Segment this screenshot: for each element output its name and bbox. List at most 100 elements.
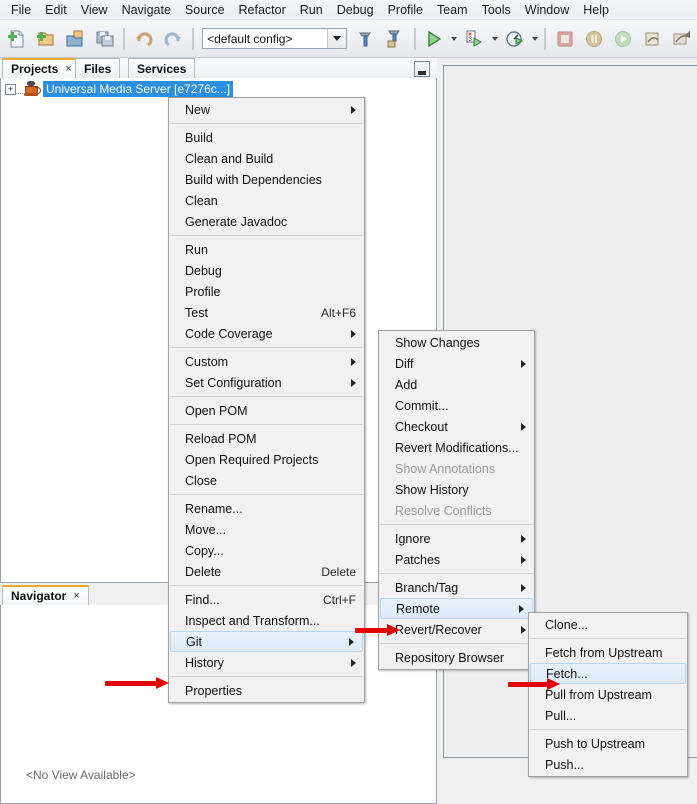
menu-window[interactable]: Window <box>518 1 576 19</box>
project-node-label[interactable]: Universal Media Server [e7276c...] <box>43 81 234 97</box>
step-into-icon[interactable] <box>668 24 697 54</box>
save-all-icon[interactable] <box>90 24 119 54</box>
menu-item-show-annotations: Show Annotations <box>379 458 534 479</box>
run-dropdown-icon[interactable] <box>449 25 460 53</box>
menu-view[interactable]: View <box>74 1 115 19</box>
project-context-menu[interactable]: New Build Clean and Build Build with Depend… <box>168 97 365 703</box>
remote-submenu[interactable]: Clone... Fetch from Upstream Fetch... Pull … <box>528 612 688 777</box>
menu-item-add[interactable]: Add <box>379 374 534 395</box>
pause-icon[interactable] <box>579 24 608 54</box>
menu-item-fetch-from-upstream[interactable]: Fetch from Upstream <box>529 642 687 663</box>
menu-item-find[interactable]: Find... Ctrl+F <box>169 589 364 610</box>
menu-help[interactable]: Help <box>576 1 616 19</box>
menu-item-branch-tag[interactable]: Branch/Tag <box>379 577 534 598</box>
menu-item-move[interactable]: Move... <box>169 519 364 540</box>
profile-dropdown-icon[interactable] <box>529 25 540 53</box>
menu-item-build-with-dependencies[interactable]: Build with Dependencies <box>169 169 364 190</box>
menu-item-pull-from-upstream[interactable]: Pull from Upstream <box>529 684 687 705</box>
menu-edit[interactable]: Edit <box>38 1 74 19</box>
menu-debug[interactable]: Debug <box>330 1 381 19</box>
menu-profile[interactable]: Profile <box>381 1 430 19</box>
menu-item-code-coverage[interactable]: Code Coverage <box>169 323 364 344</box>
menu-item-properties[interactable]: Properties <box>169 680 364 701</box>
menu-item-clone[interactable]: Clone... <box>529 614 687 635</box>
tab-services[interactable]: Services <box>128 58 196 78</box>
project-configuration-combo[interactable]: <default config> <box>202 28 348 49</box>
menu-navigate[interactable]: Navigate <box>115 1 178 19</box>
menu-item-patches[interactable]: Patches <box>379 549 534 570</box>
tab-files[interactable]: Files <box>75 58 121 78</box>
menu-item-pull[interactable]: Pull... <box>529 705 687 726</box>
profile-project-icon[interactable] <box>500 24 529 54</box>
menu-run[interactable]: Run <box>293 1 330 19</box>
menu-item-label: Ignore <box>395 531 431 546</box>
stop-icon[interactable] <box>550 24 579 54</box>
redo-icon[interactable] <box>159 24 188 54</box>
menu-team[interactable]: Team <box>430 1 475 19</box>
menu-item-push[interactable]: Push... <box>529 754 687 775</box>
menu-item-label: Show History <box>395 482 469 497</box>
new-file-icon[interactable] <box>2 24 31 54</box>
menu-item-copy[interactable]: Copy... <box>169 540 364 561</box>
menu-item-fetch[interactable]: Fetch... <box>530 663 686 684</box>
menu-item-close[interactable]: Close <box>169 470 364 491</box>
menu-item-commit[interactable]: Commit... <box>379 395 534 416</box>
menu-item-revert-modifications[interactable]: Revert Modifications... <box>379 437 534 458</box>
tab-projects[interactable]: Projects × <box>2 58 81 78</box>
menu-item-new[interactable]: New <box>169 99 364 120</box>
menu-item-generate-javadoc[interactable]: Generate Javadoc <box>169 211 364 232</box>
minimize-window-button[interactable] <box>414 61 430 77</box>
menu-item-show-changes[interactable]: Show Changes <box>379 332 534 353</box>
menu-item-history[interactable]: History <box>169 652 364 673</box>
menu-refactor[interactable]: Refactor <box>232 1 293 19</box>
menu-item-profile[interactable]: Profile <box>169 281 364 302</box>
menu-item-clean[interactable]: Clean <box>169 190 364 211</box>
clean-and-build-icon[interactable] <box>380 24 409 54</box>
menu-item-delete[interactable]: Delete Delete <box>169 561 364 582</box>
menu-item-push-to-upstream[interactable]: Push to Upstream <box>529 733 687 754</box>
menu-item-repository-browser[interactable]: Repository Browser <box>379 647 534 668</box>
debug-dropdown-icon[interactable] <box>489 25 500 53</box>
close-icon[interactable]: × <box>65 63 71 75</box>
menu-item-open-pom[interactable]: Open POM <box>169 400 364 421</box>
menu-item-label: Branch/Tag <box>395 580 459 595</box>
new-project-icon[interactable] <box>31 24 60 54</box>
menu-item-git[interactable]: Git <box>170 631 363 652</box>
tab-navigator[interactable]: Navigator × <box>2 585 89 605</box>
menu-item-debug[interactable]: Debug <box>169 260 364 281</box>
menu-item-show-history[interactable]: Show History <box>379 479 534 500</box>
menu-item-open-required-projects[interactable]: Open Required Projects <box>169 449 364 470</box>
menu-item-rename[interactable]: Rename... <box>169 498 364 519</box>
menu-item-revert-recover[interactable]: Revert/Recover <box>379 619 534 640</box>
menu-item-remote[interactable]: Remote <box>380 598 533 619</box>
continue-icon[interactable] <box>609 24 638 54</box>
menu-item-set-configuration[interactable]: Set Configuration <box>169 372 364 393</box>
step-over-icon[interactable] <box>638 24 667 54</box>
menu-item-run[interactable]: Run <box>169 239 364 260</box>
menu-item-label: Move... <box>185 522 226 537</box>
menu-item-inspect-and-transform[interactable]: Inspect and Transform... <box>169 610 364 631</box>
chevron-right-icon <box>521 583 526 592</box>
tree-row-project[interactable]: + Universal Media Server [e7276c...] <box>5 81 234 97</box>
menu-item-diff[interactable]: Diff <box>379 353 534 374</box>
undo-icon[interactable] <box>129 24 158 54</box>
menu-item-clean-and-build[interactable]: Clean and Build <box>169 148 364 169</box>
run-project-icon[interactable] <box>420 24 449 54</box>
menu-tools[interactable]: Tools <box>475 1 518 19</box>
menu-item-ignore[interactable]: Ignore <box>379 528 534 549</box>
menu-file[interactable]: File <box>4 1 38 19</box>
menu-item-reload-pom[interactable]: Reload POM <box>169 428 364 449</box>
menu-item-custom[interactable]: Custom <box>169 351 364 372</box>
build-project-icon[interactable] <box>351 24 380 54</box>
expand-node-icon[interactable]: + <box>5 83 16 95</box>
open-project-icon[interactable] <box>61 24 90 54</box>
chevron-down-icon[interactable] <box>327 29 347 48</box>
maven-project-icon <box>23 81 41 97</box>
menu-item-checkout[interactable]: Checkout <box>379 416 534 437</box>
debug-project-icon[interactable]: 3 <box>460 24 489 54</box>
menu-item-test[interactable]: Test Alt+F6 <box>169 302 364 323</box>
git-submenu[interactable]: Show Changes Diff Add Commit... Checkout Reve… <box>378 330 535 670</box>
menu-source[interactable]: Source <box>178 1 232 19</box>
menu-item-build[interactable]: Build <box>169 127 364 148</box>
close-icon[interactable]: × <box>73 590 79 602</box>
